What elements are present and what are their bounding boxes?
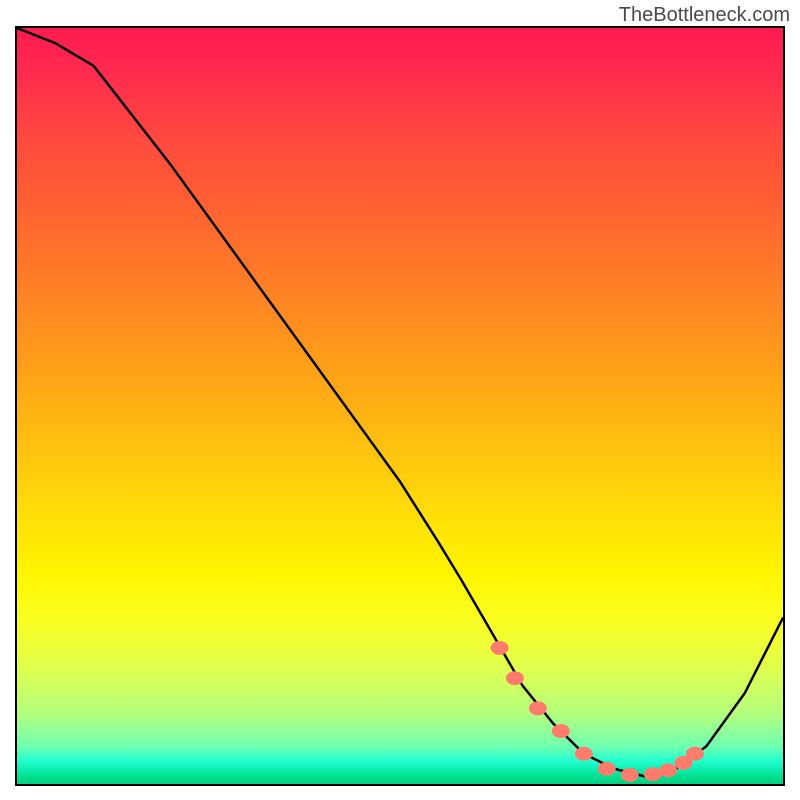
chart-plot-area bbox=[15, 26, 785, 786]
marker-point bbox=[659, 763, 677, 777]
chart-svg bbox=[17, 28, 783, 784]
bottleneck-curve-line bbox=[17, 28, 783, 776]
watermark-text: TheBottleneck.com bbox=[619, 4, 790, 27]
marker-point bbox=[575, 747, 593, 761]
marker-point bbox=[644, 767, 662, 781]
marker-point bbox=[506, 671, 524, 685]
marker-point bbox=[621, 768, 639, 782]
marker-point bbox=[529, 701, 547, 715]
marker-point bbox=[598, 762, 616, 776]
marker-point bbox=[552, 724, 570, 738]
marker-point bbox=[686, 747, 704, 761]
marker-point bbox=[491, 641, 509, 655]
